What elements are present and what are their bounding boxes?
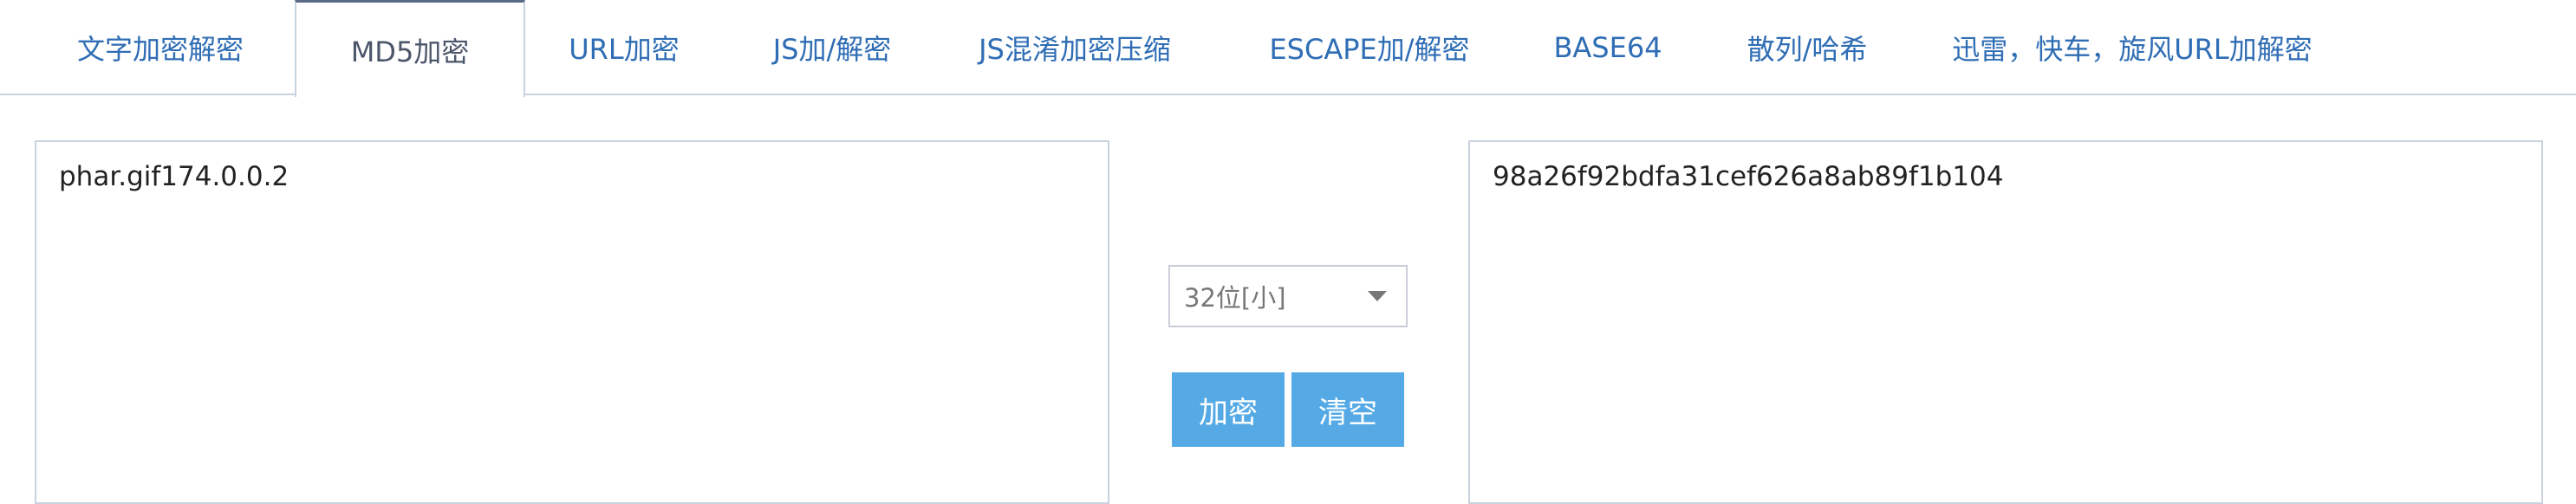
- tab-text-encrypt[interactable]: 文字加密解密: [35, 0, 286, 95]
- tab-js-obfuscate[interactable]: JS混淆加密压缩: [962, 0, 1187, 95]
- tab-escape[interactable]: ESCAPE加/解密: [1248, 0, 1491, 95]
- input-textarea[interactable]: phar.gif174.0.0.2: [35, 140, 1109, 504]
- tab-thunder-url[interactable]: 迅雷，快车，旋风URL加解密: [1933, 0, 2332, 95]
- tab-hash[interactable]: 散列/哈希: [1734, 0, 1881, 95]
- chevron-down-icon: [1368, 291, 1387, 301]
- tab-md5[interactable]: MD5加密: [295, 0, 525, 97]
- tab-js[interactable]: JS加/解密: [745, 0, 919, 95]
- tab-bar: 文字加密解密 MD5加密 URL加密 JS加/解密 JS混淆加密压缩 ESCAP…: [0, 0, 2576, 97]
- tab-base64[interactable]: BASE64: [1534, 0, 1682, 95]
- mode-select-value: 32位[小]: [1184, 283, 1286, 313]
- output-textarea[interactable]: 98a26f92bdfa31cef626a8ab89f1b104: [1468, 140, 2543, 504]
- clear-button[interactable]: 清空: [1291, 372, 1404, 447]
- encrypt-button[interactable]: 加密: [1172, 372, 1285, 447]
- mode-select[interactable]: 32位[小]: [1168, 265, 1408, 327]
- tab-url[interactable]: URL加密: [537, 0, 711, 95]
